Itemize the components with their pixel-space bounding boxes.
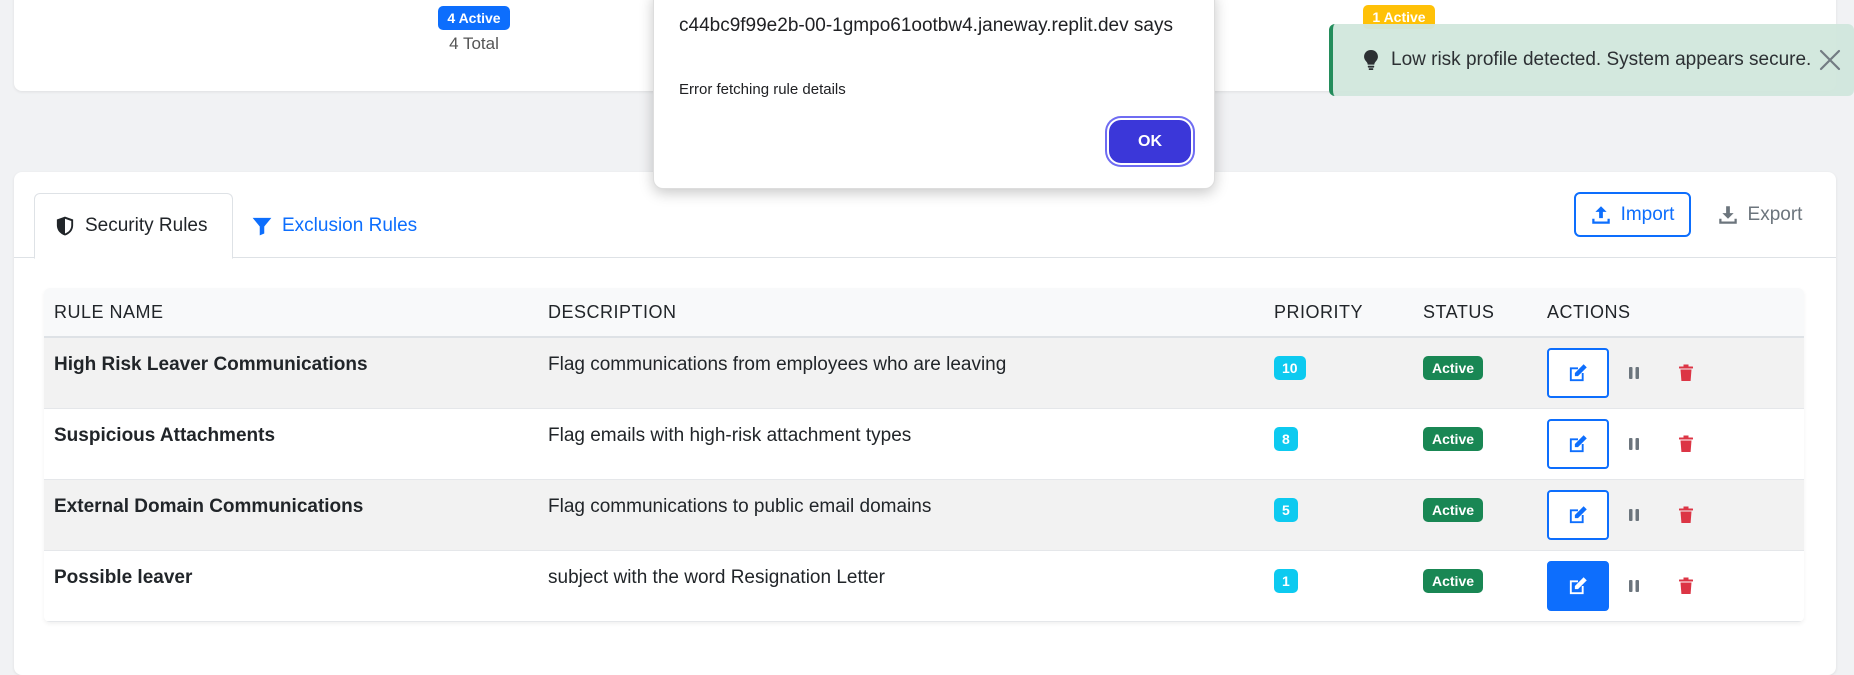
edit-button[interactable] [1547,489,1609,540]
close-icon[interactable] [1818,48,1842,72]
priority-badge: 10 [1274,356,1306,380]
export-label: Export [1747,203,1803,225]
status-badge: Active [1423,356,1484,380]
delete-button[interactable] [1659,561,1713,611]
delete-button[interactable] [1659,419,1713,469]
priority-badge: 8 [1274,426,1298,451]
rule-description: subject with the word Resignation Letter [538,550,1264,622]
pause-icon [1629,367,1639,379]
status-badge: Active [1423,497,1484,522]
rule-name: Suspicious Attachments [44,408,538,480]
risk-toast: Low risk profile detected. System appear… [1329,24,1854,96]
rule-name: High Risk Leaver Communications [44,337,538,409]
delete-button[interactable] [1659,490,1713,540]
edit-icon [1569,434,1587,452]
tab-security-rules-label: Security Rules [85,215,208,236]
import-label: Import [1620,203,1675,225]
edit-icon [1569,364,1587,382]
pause-button[interactable] [1609,561,1659,611]
filter-icon [252,217,272,235]
upload-icon [1591,205,1610,224]
table-header-row: RULE NAME DESCRIPTION PRIORITY STATUS AC… [44,288,1804,338]
dialog-host-title: c44bc9f99e2b-00-1gmpo61ootbw4.janeway.re… [679,15,1173,36]
summary-rules-stat: 4 Active 4 Total [424,6,524,54]
table-row: External Domain Communications Flag comm… [44,479,1804,551]
table-row: Possible leaver subject with the word Re… [44,550,1804,622]
pause-button[interactable] [1609,348,1659,398]
rule-name: Possible leaver [44,550,538,622]
ok-button[interactable]: OK [1109,120,1191,163]
dialog-message: Error fetching rule details [679,81,846,98]
total-count: 4 Total [449,34,499,53]
rules-table-wrapper: RULE NAME DESCRIPTION PRIORITY STATUS AC… [44,288,1804,622]
delete-button[interactable] [1659,348,1713,398]
lightbulb-icon [1364,50,1378,70]
edit-icon [1569,505,1587,523]
import-button[interactable]: Import [1574,192,1691,237]
header-description: DESCRIPTION [538,288,1264,338]
pause-button[interactable] [1609,490,1659,540]
table-row: High Risk Leaver Communications Flag com… [44,337,1804,409]
rules-card: Security Rules Exclusion Rules Import Ex… [14,172,1836,675]
status-badge: Active [1423,426,1484,451]
alert-dialog: c44bc9f99e2b-00-1gmpo61ootbw4.janeway.re… [653,0,1215,189]
active-count-badge: 4 Active [438,6,510,30]
download-icon [1718,205,1737,224]
trash-icon [1679,364,1693,381]
rules-table: RULE NAME DESCRIPTION PRIORITY STATUS AC… [44,288,1804,622]
row-actions [1547,560,1794,611]
priority-badge: 5 [1274,497,1298,522]
table-row: Suspicious Attachments Flag emails with … [44,408,1804,480]
pause-button[interactable] [1609,419,1659,469]
trash-icon [1679,435,1693,452]
edit-button[interactable] [1547,418,1609,469]
status-badge: Active [1423,568,1484,593]
priority-badge: 1 [1274,568,1298,593]
trash-icon [1679,577,1693,594]
tab-exclusion-rules[interactable]: Exclusion Rules [232,193,437,258]
rule-description: Flag emails with high-risk attachment ty… [538,408,1264,480]
trash-icon [1679,506,1693,523]
row-actions [1547,348,1794,398]
toast-message: Low risk profile detected. System appear… [1391,49,1812,70]
tab-exclusion-rules-label: Exclusion Rules [282,214,418,236]
edit-button[interactable] [1547,348,1609,398]
export-button[interactable]: Export [1707,192,1813,237]
shield-icon [56,216,74,236]
pause-icon [1629,579,1639,592]
rule-name: External Domain Communications [44,479,538,551]
edit-icon [1569,576,1587,594]
header-status: STATUS [1413,288,1537,338]
header-priority: PRIORITY [1264,288,1413,338]
edit-button[interactable] [1547,560,1609,611]
pause-icon [1629,508,1639,521]
header-actions: ACTIONS [1537,288,1804,338]
row-actions [1547,418,1794,469]
rule-description: Flag communications from employees who a… [538,337,1264,409]
row-actions [1547,489,1794,540]
pause-icon [1629,437,1639,450]
header-rule-name: RULE NAME [44,288,538,338]
rule-description: Flag communications to public email doma… [538,479,1264,551]
tab-security-rules[interactable]: Security Rules [34,193,233,259]
